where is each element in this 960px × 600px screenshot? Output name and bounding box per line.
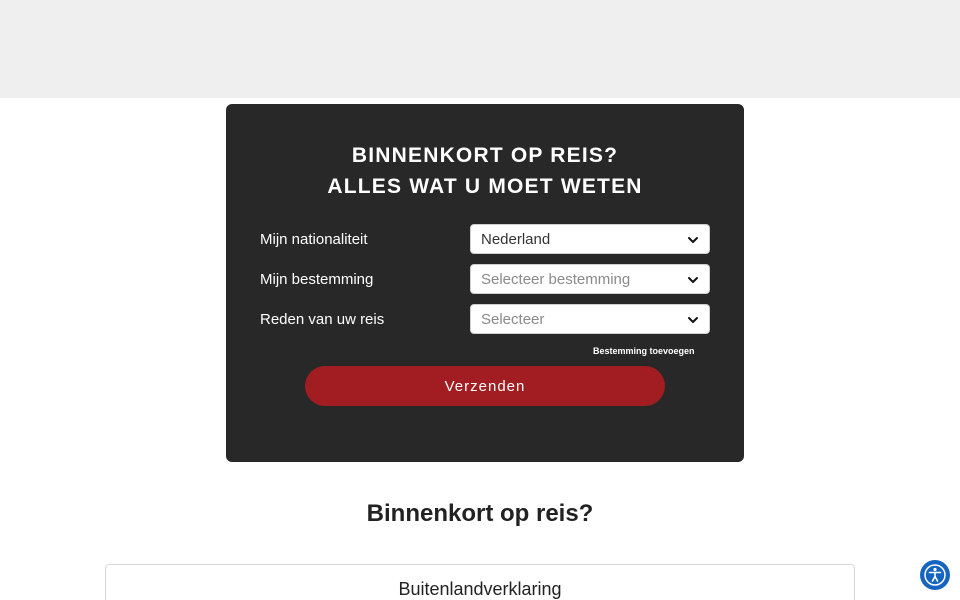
chevron-down-icon bbox=[688, 237, 698, 243]
accessibility-icon bbox=[924, 564, 946, 586]
submit-button[interactable]: Verzenden bbox=[305, 366, 665, 406]
section-heading: Binnenkort op reis? bbox=[366, 500, 594, 527]
info-card-title: Buitenlandverklaring bbox=[398, 579, 562, 599]
header-band bbox=[0, 0, 960, 98]
travel-info-form: BINNENKORT OP REIS? ALLES WAT U MOET WET… bbox=[226, 104, 744, 462]
destination-placeholder: Selecteer bestemming bbox=[481, 271, 631, 288]
nationality-label: Mijn nationaliteit bbox=[260, 231, 368, 248]
reason-select[interactable]: Selecteer bbox=[470, 304, 710, 334]
chevron-down-icon bbox=[688, 317, 698, 323]
nationality-value: Nederland bbox=[481, 231, 551, 248]
buitenlandverklaring-card[interactable]: Buitenlandverklaring bbox=[105, 564, 855, 600]
reason-label: Reden van uw reis bbox=[260, 311, 385, 328]
destination-label: Mijn bestemming bbox=[260, 271, 374, 288]
reason-placeholder: Selecteer bbox=[481, 311, 545, 328]
accessibility-button[interactable] bbox=[920, 560, 950, 590]
add-destination-link[interactable]: Bestemming toevoegen bbox=[593, 346, 695, 356]
form-title: BINNENKORT OP REIS? ALLES WAT U MOET WET… bbox=[226, 140, 744, 202]
destination-select[interactable]: Selecteer bestemming bbox=[470, 264, 710, 294]
form-title-line1: BINNENKORT OP REIS? bbox=[351, 144, 619, 167]
nationality-select[interactable]: Nederland bbox=[470, 224, 710, 254]
chevron-down-icon bbox=[688, 277, 698, 283]
form-title-line2: ALLES WAT U MOET WETEN bbox=[327, 175, 643, 198]
